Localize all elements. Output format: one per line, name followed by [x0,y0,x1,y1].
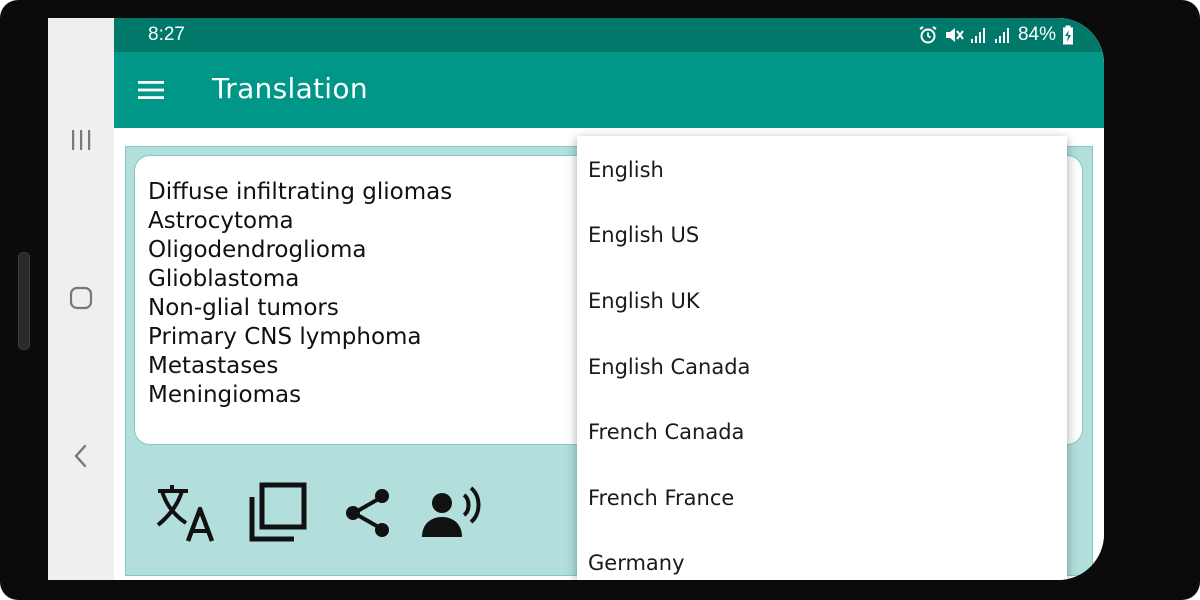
dropdown-item-french-canada[interactable]: French Canada [577,399,1067,465]
share-button[interactable] [332,477,404,549]
status-icons: 84% [918,24,1074,46]
battery-charging-icon [1063,25,1073,45]
text-line: Astrocytoma [148,208,294,234]
recents-icon [72,130,91,150]
language-dropdown: English English US English UK English Ca… [577,136,1067,580]
alarm-icon [919,26,937,44]
page-title: Translation [212,72,368,105]
system-navigation-bar [48,18,114,580]
translate-button[interactable] [150,477,222,549]
status-time: 8:27 [148,24,185,45]
signal-icon [994,28,1009,43]
back-button[interactable] [48,426,114,486]
text-line: Glioblastoma [148,266,300,292]
dropdown-item-english-canada[interactable]: English Canada [577,334,1067,400]
text-line: Metastases [148,353,279,379]
translate-icon [156,485,215,542]
battery-percent: 84% [1017,24,1056,45]
source-text-lines: Diffuse infiltrating gliomas Astrocytoma… [148,178,452,410]
app-content: 8:27 84% Translation Diffuse infiltratin… [114,18,1104,580]
signal-icon [970,28,985,43]
speak-icon [422,486,481,537]
home-icon [69,286,93,310]
app-toolbar: Translation [114,52,1104,128]
back-icon [74,444,87,468]
device-frame: 8:27 84% Translation Diffuse infiltratin… [0,0,1200,600]
text-line: Primary CNS lymphoma [148,324,422,350]
dropdown-item-french-france[interactable]: French France [577,465,1067,531]
text-line: Diffuse infiltrating gliomas [148,179,453,205]
dropdown-item-english-us[interactable]: English US [577,203,1067,269]
dropdown-item-germany[interactable]: Germany [577,531,1067,580]
text-line: Meningiomas [148,382,302,408]
side-button [18,252,30,350]
home-button[interactable] [48,268,114,328]
hamburger-menu-icon[interactable] [136,76,166,104]
share-icon [346,489,389,537]
mute-icon [945,28,964,42]
dropdown-item-english-uk[interactable]: English UK [577,268,1067,334]
dropdown-item-english[interactable]: English [577,137,1067,203]
speak-button[interactable] [416,477,488,549]
copy-button[interactable] [242,477,314,549]
text-line: Non-glial tumors [148,295,339,321]
recents-button[interactable] [48,110,114,170]
copy-icon [249,482,307,542]
status-bar: 8:27 84% [114,18,1104,52]
phone-screen: 8:27 84% Translation Diffuse infiltratin… [48,18,1104,580]
text-line: Oligodendroglioma [148,237,367,263]
